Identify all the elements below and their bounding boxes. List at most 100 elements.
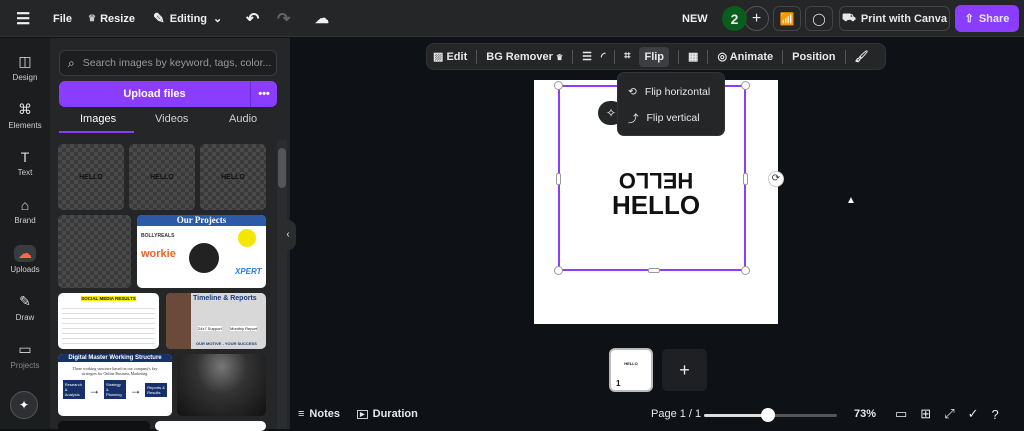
resize-handle[interactable] <box>554 266 563 275</box>
image-thumbnail[interactable] <box>58 421 150 431</box>
flip-horizontal-icon: ⟲ <box>628 86 637 98</box>
panel-scrollbar[interactable] <box>277 140 287 429</box>
print-with-canva-button[interactable]: ⛟ Print with Canva <box>839 6 950 31</box>
rail-draw[interactable]: ✎ Draw <box>0 293 50 322</box>
border-style-icon[interactable]: ☰ <box>582 50 592 63</box>
play-box-icon: ▶ <box>357 409 368 419</box>
more-options-icon[interactable]: ••• <box>250 81 277 107</box>
rail-text[interactable]: T Text <box>0 149 50 177</box>
pen-icon: ✎ <box>19 293 31 309</box>
flip-vertical-icon: ⤴ <box>628 112 639 125</box>
image-thumbnail[interactable]: HELLO <box>58 144 124 210</box>
image-edit-icon: ▨ <box>433 51 444 63</box>
image-thumbnail-social-media[interactable]: SOCIAL MEDIA RESULTS <box>58 293 159 349</box>
help-icon[interactable]: ? <box>992 407 999 422</box>
rail-design[interactable]: ◫ Design <box>0 53 50 82</box>
resize-handle[interactable] <box>648 268 660 273</box>
pencil-icon: ✎ <box>153 10 165 26</box>
comment-icon[interactable]: ◯ <box>805 6 833 31</box>
menu-icon[interactable]: ☰ <box>16 0 30 37</box>
context-toolbar: ▨ Edit BG Remover ♛ ☰ ◜ ⌗ Flip ▦ ◎ Animat… <box>426 43 886 70</box>
text-icon: T <box>20 149 30 165</box>
chevron-down-icon: ⌄ <box>213 13 223 25</box>
zoom-level[interactable]: 73% <box>854 408 876 420</box>
tab-audio[interactable]: Audio <box>229 113 257 125</box>
transparency-icon[interactable]: ▦ <box>688 50 698 63</box>
mouse-cursor-icon: ▲ <box>846 195 856 206</box>
animate-button[interactable]: ◎ Animate <box>717 50 773 63</box>
tab-videos[interactable]: Videos <box>155 113 188 125</box>
file-menu[interactable]: File <box>53 0 72 37</box>
brand-icon: ⌂ <box>20 197 30 213</box>
collapse-panel-chevron-icon[interactable]: ‹ <box>280 220 296 250</box>
insights-chart-icon[interactable]: 📶 <box>773 6 801 31</box>
rail-uploads[interactable]: ☁ Uploads <box>0 245 50 274</box>
resize-handle[interactable] <box>741 81 750 90</box>
paint-roller-icon[interactable]: 🖌 <box>855 50 869 63</box>
shapes-icon: ⌘ <box>18 101 32 117</box>
resize-handle[interactable] <box>556 173 561 185</box>
crown-icon: ♛ <box>555 52 564 62</box>
grid-view-icon[interactable]: ⊞ <box>920 406 931 422</box>
zoom-slider-handle[interactable] <box>760 408 775 422</box>
flip-button[interactable]: Flip <box>639 46 670 67</box>
search-input[interactable]: ⌕ Search images by keyword, tags, color..… <box>59 50 277 76</box>
upload-icon: ⇧ <box>964 13 974 25</box>
image-thumbnail[interactable] <box>58 215 131 288</box>
upload-files-button[interactable]: Upload files ••• <box>59 81 277 107</box>
crop-icon[interactable]: ⌗ <box>624 50 630 63</box>
image-thumbnail-spotlight[interactable] <box>177 354 266 416</box>
fullscreen-icon[interactable]: ⤢ <box>944 406 954 422</box>
animate-icon: ◎ <box>717 51 728 63</box>
check-circle-icon[interactable]: ✓ <box>968 406 979 422</box>
rail-elements[interactable]: ⌘ Elements <box>0 101 50 130</box>
rail-brand[interactable]: ⌂ Brand <box>0 197 50 225</box>
position-button[interactable]: Position <box>792 51 835 63</box>
zoom-slider[interactable] <box>704 408 837 422</box>
active-tab-indicator <box>59 131 134 133</box>
share-button[interactable]: ⇧ Share <box>955 5 1019 32</box>
cloud-upload-icon: ☁ <box>14 245 36 262</box>
corner-rounding-icon[interactable]: ◜ <box>601 50 605 63</box>
cloud-saved-icon[interactable]: ☁ <box>315 0 329 37</box>
flip-vertical-item[interactable]: ⤴ Flip vertical <box>618 105 724 131</box>
edit-image-button[interactable]: ▨ Edit <box>433 50 467 63</box>
rotate-icon[interactable]: ⟳ <box>768 171 784 187</box>
resize-handle[interactable] <box>743 173 748 185</box>
image-thumbnail-our-projects[interactable]: Our Projects BOLLYREALS workie XPERT <box>137 215 266 288</box>
resize-button[interactable]: ♛ Resize <box>88 0 135 37</box>
rail-projects[interactable]: ▭ Projects <box>0 341 50 370</box>
flip-horizontal-item[interactable]: ⟲ Flip horizontal <box>618 79 724 105</box>
notes-icon: ≡ <box>298 408 305 420</box>
image-thumbnail[interactable] <box>155 421 266 431</box>
collaborator-avatar[interactable]: 2 <box>722 6 747 31</box>
new-label: NEW <box>682 12 708 25</box>
page-indicator[interactable]: Page 1 / 1 <box>651 408 701 420</box>
notes-button[interactable]: ≡ Notes <box>298 408 340 420</box>
page-thumbnail[interactable]: HELLO 1 <box>609 348 653 392</box>
image-thumbnail[interactable]: HELLO <box>200 144 266 210</box>
search-icon: ⌕ <box>68 55 75 70</box>
magic-sparkle-icon[interactable]: ✦ <box>10 391 38 419</box>
editing-mode-dropdown[interactable]: ✎ Editing ⌄ <box>153 0 222 37</box>
zoom-slider-fill <box>704 414 768 417</box>
image-thumbnail-digital-master[interactable]: Digital Master Working Structure These w… <box>58 354 172 416</box>
page-view-icon[interactable]: ▭ <box>895 406 907 422</box>
crown-icon: ♛ <box>88 13 97 23</box>
add-collaborator-button[interactable]: + <box>744 6 769 31</box>
duration-button[interactable]: ▶ Duration <box>357 408 418 420</box>
folder-icon: ▭ <box>18 341 32 357</box>
truck-icon: ⛟ <box>841 11 856 24</box>
undo-icon[interactable]: ↶ <box>246 0 259 37</box>
layout-icon: ◫ <box>18 53 32 69</box>
tab-images[interactable]: Images <box>80 113 116 125</box>
image-thumbnail[interactable]: HELLO <box>129 144 195 210</box>
side-rail <box>0 38 50 429</box>
flip-menu: ⟲ Flip horizontal ⤴ Flip vertical <box>617 72 725 136</box>
bg-remover-button[interactable]: BG Remover ♛ <box>486 51 563 63</box>
add-page-button[interactable]: + <box>662 349 707 391</box>
resize-handle[interactable] <box>741 266 750 275</box>
redo-icon[interactable]: ↷ <box>277 0 290 37</box>
resize-handle[interactable] <box>554 81 563 90</box>
image-thumbnail-timeline[interactable]: Timeline & Reports 24x7 Support Monthly … <box>166 293 266 349</box>
